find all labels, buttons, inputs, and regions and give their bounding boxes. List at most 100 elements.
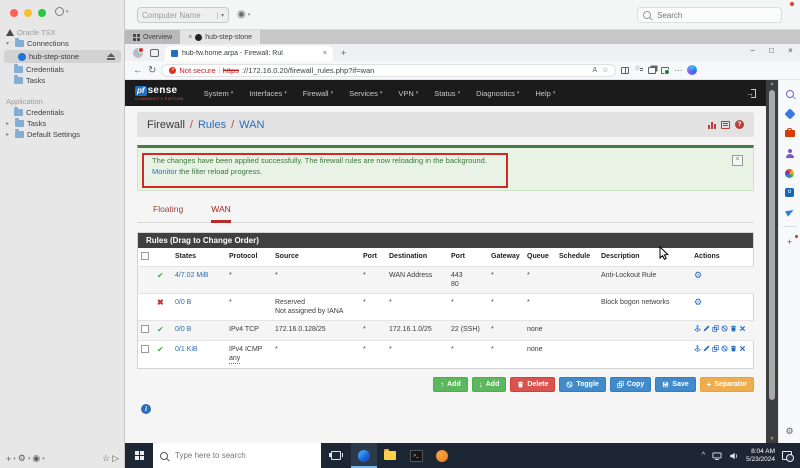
rule-row-antilockout[interactable]: ✔ 4/7.02 MiB * * * WAN Address 443 80 * *: [138, 266, 755, 294]
close-button[interactable]: ×: [781, 44, 800, 57]
m365-icon[interactable]: [785, 169, 794, 178]
settings-button[interactable]: ⚙: [18, 453, 26, 464]
menu-diagnostics[interactable]: Diagnostics ▾: [476, 89, 519, 98]
show-hidden-icons[interactable]: ^: [702, 452, 705, 459]
copy-icon[interactable]: [712, 325, 719, 332]
delete-icon[interactable]: [730, 325, 737, 332]
states-link[interactable]: 4/7.02 MiB: [175, 272, 208, 279]
monitor-link[interactable]: Monitor: [152, 167, 177, 176]
customize-sidebar-button[interactable]: +: [784, 235, 798, 247]
menu-interfaces[interactable]: Interfaces ▾: [249, 89, 286, 98]
tree-item-app-credentials[interactable]: Credentials: [0, 107, 125, 118]
collections-icon[interactable]: [648, 66, 657, 74]
add-button[interactable]: +: [6, 454, 11, 464]
scrollbar-thumb[interactable]: [769, 90, 775, 400]
scroll-up-icon[interactable]: ▲: [770, 80, 775, 88]
action-center-icon[interactable]: [782, 451, 794, 462]
tree-item-connections[interactable]: ▾ Connections: [0, 38, 125, 49]
info-icon[interactable]: i: [141, 404, 151, 414]
close-alert-button[interactable]: ×: [732, 155, 743, 166]
zoom-window-button[interactable]: [38, 9, 46, 17]
row-checkbox[interactable]: [141, 345, 149, 353]
favorite-star-icon[interactable]: ☆: [602, 66, 608, 74]
favorites-icon[interactable]: [634, 64, 644, 74]
add-rule-bottom-button[interactable]: ↓ Add: [471, 377, 507, 392]
scroll-down-icon[interactable]: ▼: [770, 435, 775, 443]
minimize-button[interactable]: −: [743, 44, 762, 57]
delete-icon[interactable]: [730, 345, 737, 352]
search-icon[interactable]: [785, 89, 794, 98]
copy-icon[interactable]: [712, 345, 719, 352]
tools-icon[interactable]: [784, 127, 795, 137]
tree-item-tasks[interactable]: Tasks: [0, 75, 125, 86]
disable-icon[interactable]: [721, 325, 728, 332]
close-icon[interactable]: [739, 325, 746, 332]
taskbar-terminal-icon[interactable]: >_: [403, 443, 429, 468]
taskbar-explorer-icon[interactable]: [377, 443, 403, 468]
browser-essentials-icon[interactable]: [661, 66, 671, 75]
add-rule-top-button[interactable]: ↑ Add: [433, 377, 468, 392]
network-icon[interactable]: [712, 451, 722, 461]
outlook-icon[interactable]: o: [785, 188, 794, 197]
address-bar[interactable]: × Not secure https ://172.16.0.20/firewa…: [161, 63, 617, 77]
rule-row-bogons[interactable]: ✖ 0/0 B * Reserved Not assigned by IANA *…: [138, 293, 755, 321]
connect-button[interactable]: ◉: [32, 453, 40, 464]
reading-list-icon[interactable]: [621, 66, 630, 74]
page-scrollbar[interactable]: ▲ ▼: [766, 80, 778, 443]
favorite-icon[interactable]: ☆: [102, 453, 110, 464]
anchor-icon[interactable]: [694, 345, 701, 352]
profile-avatar[interactable]: [133, 47, 144, 58]
disable-icon[interactable]: [721, 345, 728, 352]
close-icon[interactable]: ×: [188, 34, 192, 41]
refresh-button[interactable]: ↻: [148, 65, 156, 76]
royal-search[interactable]: [637, 7, 782, 23]
eject-icon[interactable]: [107, 53, 115, 60]
save-button[interactable]: Save: [655, 377, 696, 392]
edit-icon[interactable]: [703, 345, 710, 352]
close-tab-icon[interactable]: ×: [323, 50, 327, 57]
back-button[interactable]: ←: [133, 65, 143, 76]
menu-help[interactable]: Help ▾: [535, 89, 555, 98]
separator-button[interactable]: + Separator: [699, 377, 754, 392]
new-tab-button[interactable]: +: [341, 48, 346, 58]
menu-firewall[interactable]: Firewall ▾: [303, 89, 333, 98]
taskbar-search[interactable]: [153, 443, 321, 468]
rule-row-icmp[interactable]: ✔ 0/1 KiB IPv4 ICMP any * * * * * none: [138, 340, 755, 369]
menu-vpn[interactable]: VPN ▾: [398, 89, 418, 98]
delete-button[interactable]: Delete: [510, 377, 556, 392]
status-graph-icon[interactable]: [708, 121, 716, 129]
tree-item-session-selected[interactable]: hub-step-stone: [4, 50, 121, 63]
taskbar-app-icon[interactable]: [429, 443, 455, 468]
states-link[interactable]: 0/0 B: [175, 299, 191, 306]
pfsense-logo[interactable]: pf sense COMMUNITY EDITION: [135, 85, 184, 101]
more-menu-icon[interactable]: ⋯: [674, 66, 682, 75]
edit-icon[interactable]: [703, 325, 710, 332]
play-icon[interactable]: ▷: [112, 453, 119, 464]
taskbar-search-input[interactable]: [173, 450, 314, 461]
tab-wan-active[interactable]: WAN: [211, 204, 231, 223]
workspaces-icon[interactable]: [150, 49, 159, 57]
drop-icon[interactable]: [784, 206, 795, 217]
tree-item-app-tasks[interactable]: ▸ Tasks: [0, 118, 125, 129]
anchor-icon[interactable]: [694, 325, 701, 332]
breadcrumb-rules-link[interactable]: Rules: [198, 119, 226, 131]
copilot-icon[interactable]: [687, 65, 698, 75]
close-window-button[interactable]: [10, 9, 18, 17]
people-icon[interactable]: [785, 149, 794, 158]
computer-name-dropdown[interactable]: Computer Name ▾: [137, 7, 229, 23]
tab-overview[interactable]: Overview: [125, 30, 181, 44]
menu-system[interactable]: System ▾: [204, 89, 234, 98]
maximize-button[interactable]: □: [762, 44, 781, 57]
cell-protocol2[interactable]: any: [229, 355, 241, 364]
menu-services[interactable]: Services ▾: [349, 89, 382, 98]
rule-row-ssh[interactable]: ✔ 0/0 B IPv4 TCP 172.16.0.128/25 * 172.1…: [138, 320, 755, 341]
taskbar-edge-icon[interactable]: [351, 443, 377, 468]
read-aloud-icon[interactable]: A: [592, 67, 597, 74]
states-link[interactable]: 0/0 B: [175, 326, 191, 333]
sidebar-settings-icon[interactable]: ⚙: [784, 426, 795, 437]
tree-root[interactable]: Oracle TSX: [0, 27, 125, 38]
breadcrumb-interface[interactable]: WAN: [239, 119, 264, 131]
connect-dropdown[interactable]: ◉ ▾: [237, 9, 250, 20]
task-view-icon[interactable]: [329, 451, 343, 460]
menu-status[interactable]: Status ▾: [434, 89, 460, 98]
